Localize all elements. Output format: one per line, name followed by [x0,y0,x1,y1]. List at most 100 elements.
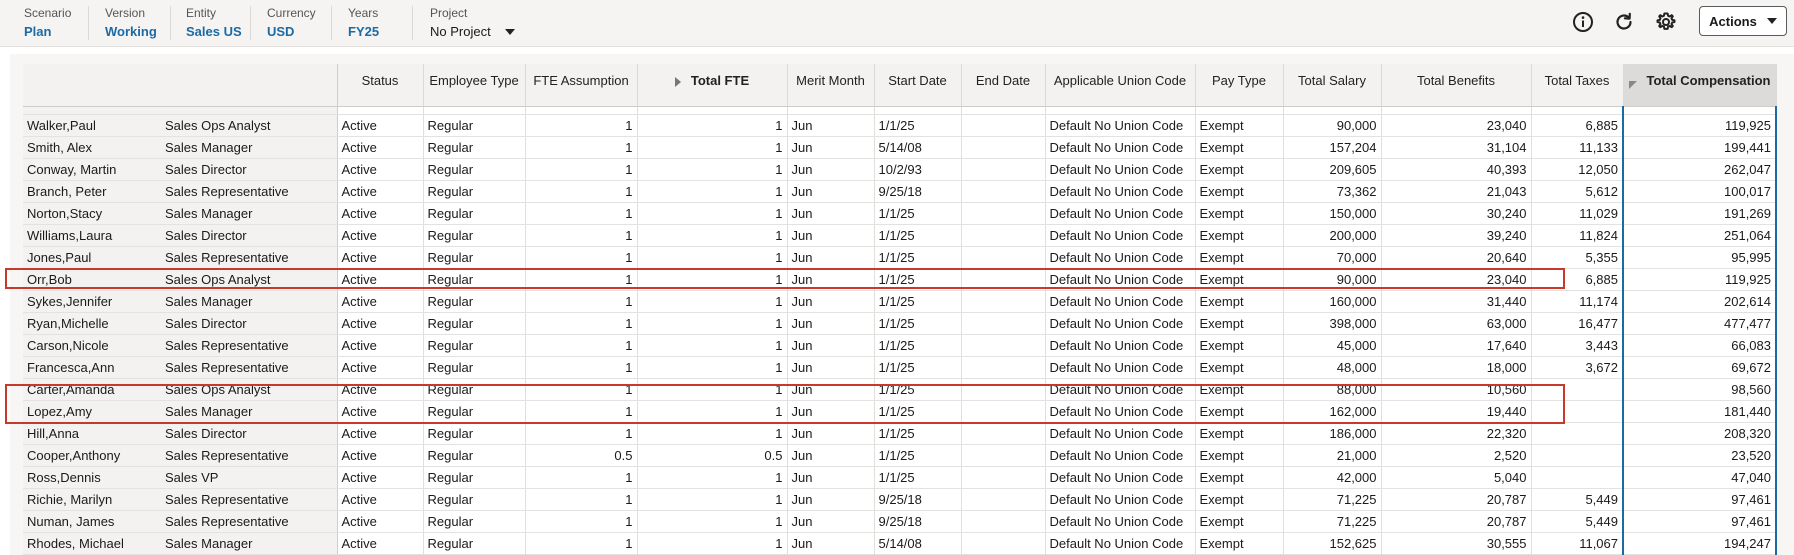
actions-button[interactable]: Actions [1699,6,1787,36]
cell-total-fte[interactable]: 1 [637,378,788,401]
cell-total-salary[interactable]: 152,625 [1283,532,1382,555]
cell-pay-type[interactable]: Exempt [1195,136,1284,159]
pov-scenario-value[interactable]: Plan [24,23,71,41]
cell-fte-assumption[interactable]: 1 [525,246,638,269]
cell-fte-assumption[interactable]: 1 [525,356,638,379]
cell-total-benefits[interactable]: 17,640 [1381,334,1532,357]
table-row[interactable]: Hill,Anna Sales Director Active Regular 1 1 Ju… [23,422,1777,445]
cell-merit-month[interactable]: Jun [787,312,875,335]
table-row[interactable]: Ross,Dennis Sales VP Active Regular 1 1 Jun 1/1… [23,466,1777,489]
cell-total-fte[interactable]: 1 [637,466,788,489]
cell-end-date[interactable] [961,378,1046,401]
cell-total-benefits[interactable]: 20,787 [1381,510,1532,533]
cell-union-code[interactable]: Default No Union Code [1045,444,1196,467]
cell-total-benefits[interactable]: 2,520 [1381,444,1532,467]
table-row[interactable]: Ryan,Michelle Sales Director Active Regular… [23,312,1777,335]
cell-merit-month[interactable]: Jun [787,158,875,181]
cell-total-compensation[interactable]: 477,477 [1623,312,1777,335]
cell-fte-assumption[interactable]: 1 [525,488,638,511]
cell-union-code[interactable]: Default No Union Code [1045,114,1196,137]
cell-end-date[interactable] [961,444,1046,467]
cell-pay-type[interactable]: Exempt [1195,510,1284,533]
cell-total-compensation[interactable]: 23,520 [1623,444,1777,467]
cell-total-taxes[interactable]: 16,477 [1531,312,1624,335]
cell-pay-type[interactable]: Exempt [1195,202,1284,225]
cell-total-taxes[interactable] [1531,378,1624,401]
cell-fte-assumption[interactable]: 1 [525,202,638,225]
cell-total-compensation[interactable]: 262,047 [1623,158,1777,181]
cell-status[interactable]: Active [337,268,424,291]
cell-pay-type[interactable]: Exempt [1195,114,1284,137]
cell-start-date[interactable]: 1/1/25 [874,114,962,137]
cell-merit-month[interactable]: Jun [787,466,875,489]
col-header-union-code[interactable]: Applicable Union Code [1045,64,1196,107]
table-row[interactable]: Carter,Amanda Sales Ops Analyst Active Regu… [23,378,1777,401]
col-header-status[interactable]: Status [337,64,424,107]
cell-status[interactable]: Active [337,136,424,159]
cell-fte-assumption[interactable]: 1 [525,136,638,159]
cell-total-taxes[interactable]: 11,067 [1531,532,1624,555]
table-row[interactable]: Conway, Martin Sales Director Active Regula… [23,158,1777,181]
cell-employee-type[interactable]: Regular [423,510,526,533]
cell-total-benefits[interactable]: 31,440 [1381,290,1532,313]
pov-project[interactable]: Project No Project [430,5,515,41]
cell-merit-month[interactable]: Jun [787,422,875,445]
refresh-button[interactable] [1610,8,1638,36]
cell-total-taxes[interactable] [1531,444,1624,467]
table-row[interactable]: Richie, Marilyn Sales Representative Activ… [23,488,1777,511]
cell-total-taxes[interactable]: 3,672 [1531,356,1624,379]
cell-total-fte[interactable]: 1 [637,224,788,247]
cell-total-compensation[interactable]: 202,614 [1623,290,1777,313]
cell-total-salary[interactable]: 160,000 [1283,290,1382,313]
cell-pay-type[interactable]: Exempt [1195,532,1284,555]
pov-currency-value[interactable]: USD [267,23,316,41]
cell-merit-month[interactable]: Jun [787,202,875,225]
cell-pay-type[interactable]: Exempt [1195,312,1284,335]
cell-end-date[interactable] [961,356,1046,379]
cell-total-salary[interactable]: 42,000 [1283,466,1382,489]
cell-employee-type[interactable]: Regular [423,290,526,313]
cell-end-date[interactable] [961,488,1046,511]
cell-merit-month[interactable]: Jun [787,180,875,203]
col-header-total-salary[interactable]: Total Salary [1283,64,1382,107]
cell-fte-assumption[interactable]: 0.5 [525,444,638,467]
table-row[interactable]: Williams,Laura Sales Director Active Regula… [23,224,1777,247]
cell-total-salary[interactable]: 90,000 [1283,268,1382,291]
cell-fte-assumption[interactable]: 1 [525,312,638,335]
cell-total-compensation[interactable]: 100,017 [1623,180,1777,203]
cell-total-compensation[interactable]: 191,269 [1623,202,1777,225]
cell-total-benefits[interactable]: 21,043 [1381,180,1532,203]
info-button[interactable] [1569,8,1597,36]
cell-total-taxes[interactable]: 6,885 [1531,268,1624,291]
cell-total-taxes[interactable]: 5,449 [1531,510,1624,533]
col-header-pay-type[interactable]: Pay Type [1195,64,1284,107]
cell-total-salary[interactable]: 90,000 [1283,114,1382,137]
cell-total-benefits[interactable]: 39,240 [1381,224,1532,247]
cell-pay-type[interactable]: Exempt [1195,158,1284,181]
pov-currency[interactable]: Currency USD [267,5,316,41]
cell-total-taxes[interactable]: 11,029 [1531,202,1624,225]
cell-status[interactable]: Active [337,356,424,379]
cell-start-date[interactable]: 1/1/25 [874,312,962,335]
cell-fte-assumption[interactable]: 1 [525,400,638,423]
cell-total-taxes[interactable]: 11,824 [1531,224,1624,247]
cell-union-code[interactable]: Default No Union Code [1045,488,1196,511]
cell-fte-assumption[interactable]: 1 [525,510,638,533]
pov-version[interactable]: Version Working [105,5,157,41]
cell-status[interactable]: Active [337,422,424,445]
collapse-icon[interactable] [1628,81,1637,89]
cell-total-salary[interactable]: 21,000 [1283,444,1382,467]
cell-total-taxes[interactable]: 5,449 [1531,488,1624,511]
cell-merit-month[interactable]: Jun [787,246,875,269]
cell-total-fte[interactable]: 0.5 [637,444,788,467]
cell-start-date[interactable]: 5/14/08 [874,532,962,555]
cell-merit-month[interactable]: Jun [787,444,875,467]
cell-end-date[interactable] [961,180,1046,203]
pov-years[interactable]: Years FY25 [348,5,379,41]
table-row[interactable]: Sykes,Jennifer Sales Manager Active Regular… [23,290,1777,313]
cell-total-taxes[interactable]: 11,133 [1531,136,1624,159]
cell-fte-assumption[interactable]: 1 [525,224,638,247]
cell-end-date[interactable] [961,246,1046,269]
cell-start-date[interactable]: 9/25/18 [874,510,962,533]
cell-union-code[interactable]: Default No Union Code [1045,532,1196,555]
